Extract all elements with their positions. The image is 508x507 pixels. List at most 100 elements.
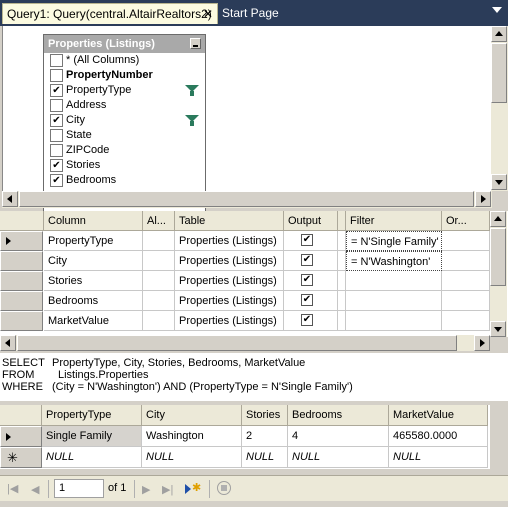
output-checkbox[interactable]: ✔	[301, 254, 313, 266]
column-checkbox[interactable]	[50, 69, 63, 82]
column-checkbox[interactable]: ✔	[50, 174, 63, 187]
header-column[interactable]: Column	[44, 211, 143, 231]
criteria-cell-column[interactable]: City	[44, 251, 143, 271]
column-checkbox[interactable]	[50, 99, 63, 112]
results-header[interactable]: City	[142, 405, 242, 426]
table-column-item[interactable]: ✔ Stories	[44, 158, 205, 173]
new-row-cell[interactable]: NULL	[288, 447, 389, 468]
diagram-horizontal-scrollbar[interactable]	[2, 191, 492, 208]
column-checkbox[interactable]	[50, 54, 63, 67]
criteria-cell-empty[interactable]	[338, 311, 346, 331]
criteria-row-selector[interactable]	[0, 291, 43, 311]
header-or[interactable]: Or...	[442, 211, 490, 231]
criteria-cell-empty[interactable]	[442, 311, 490, 331]
table-column-item[interactable]: ZIPCode	[44, 143, 205, 158]
new-row-cell[interactable]: NULL	[242, 447, 288, 468]
criteria-cell-output[interactable]: ✔	[284, 311, 338, 331]
new-row-cell[interactable]: NULL	[389, 447, 488, 468]
criteria-cell-filter[interactable]	[346, 271, 442, 291]
scroll-down-button[interactable]	[490, 321, 506, 337]
last-record-icon[interactable]: ▶|	[162, 483, 173, 496]
criteria-cell-empty[interactable]	[143, 251, 175, 271]
criteria-cell-output[interactable]: ✔	[284, 231, 338, 251]
criteria-cell-filter[interactable]	[346, 291, 442, 311]
next-record-icon[interactable]: ▶	[142, 483, 150, 496]
scroll-up-button[interactable]	[491, 26, 507, 42]
results-header[interactable]: Stories	[242, 405, 288, 426]
scroll-thumb[interactable]	[19, 191, 474, 207]
header-table[interactable]: Table	[175, 211, 284, 231]
output-checkbox[interactable]: ✔	[301, 274, 313, 286]
criteria-cell-empty[interactable]	[442, 231, 490, 251]
tab-list-dropdown-icon[interactable]	[492, 7, 502, 13]
column-checkbox[interactable]	[50, 129, 63, 142]
new-record-icon[interactable]: ✱	[184, 481, 206, 497]
criteria-cell-empty[interactable]	[143, 271, 175, 291]
results-grid[interactable]: PropertyType City Stories Bedrooms MarketVal…	[0, 405, 490, 469]
scroll-thumb[interactable]	[490, 228, 506, 286]
table-widget-properties[interactable]: Properties (Listings) * (All Columns) Pro…	[43, 34, 206, 216]
tab-start-page[interactable]: Start Page	[218, 3, 298, 24]
results-header[interactable]: Bedrooms	[288, 405, 389, 426]
scroll-up-button[interactable]	[490, 211, 506, 227]
criteria-cell-empty[interactable]	[338, 271, 346, 291]
criteria-cell-output[interactable]: ✔	[284, 271, 338, 291]
scroll-right-button[interactable]	[475, 191, 491, 207]
criteria-cell-filter[interactable]: = N'Washington'	[346, 251, 442, 271]
criteria-cell-filter[interactable]: = N'Single Family'	[346, 231, 442, 251]
scroll-thumb[interactable]	[491, 43, 507, 103]
result-cell[interactable]: Washington	[142, 426, 242, 447]
criteria-cell-empty[interactable]	[442, 251, 490, 271]
criteria-cell-empty[interactable]	[338, 291, 346, 311]
table-column-item[interactable]: Address	[44, 98, 205, 113]
table-column-item[interactable]: ✔ City	[44, 113, 205, 128]
criteria-cell-empty[interactable]	[143, 231, 175, 251]
output-checkbox[interactable]: ✔	[301, 294, 313, 306]
table-column-item[interactable]: State	[44, 128, 205, 143]
new-row-cell[interactable]: NULL	[42, 447, 142, 468]
column-checkbox[interactable]: ✔	[50, 114, 63, 127]
criteria-row-selector[interactable]	[0, 231, 43, 251]
criteria-cell-empty[interactable]	[338, 251, 346, 271]
criteria-horizontal-scrollbar[interactable]	[0, 335, 490, 351]
result-cell[interactable]: 465580.0000	[389, 426, 488, 447]
results-header[interactable]: PropertyType	[42, 405, 142, 426]
scroll-right-button[interactable]	[474, 335, 490, 351]
criteria-cell-column[interactable]: Stories	[44, 271, 143, 291]
column-checkbox[interactable]	[50, 144, 63, 157]
criteria-cell-empty[interactable]	[338, 231, 346, 251]
table-column-item[interactable]: ✔ Bedrooms	[44, 173, 205, 188]
result-cell[interactable]: 2	[242, 426, 288, 447]
column-checkbox[interactable]: ✔	[50, 159, 63, 172]
table-column-item[interactable]: * (All Columns)	[44, 53, 205, 68]
criteria-cell-column[interactable]: Bedrooms	[44, 291, 143, 311]
sql-pane[interactable]: SELECT PropertyType, City, Stories, Bedro…	[0, 353, 508, 401]
stop-icon[interactable]	[217, 481, 231, 495]
criteria-cell-table[interactable]: Properties (Listings)	[175, 311, 284, 331]
header-output[interactable]: Output	[284, 211, 338, 231]
criteria-cell-table[interactable]: Properties (Listings)	[175, 231, 284, 251]
scroll-down-button[interactable]	[491, 174, 507, 190]
diagram-vertical-scrollbar[interactable]	[491, 26, 508, 191]
result-cell[interactable]: 4	[288, 426, 389, 447]
first-record-icon[interactable]: |◀	[7, 482, 18, 495]
scroll-left-button[interactable]	[2, 191, 18, 207]
criteria-cell-table[interactable]: Properties (Listings)	[175, 291, 284, 311]
close-icon[interactable]: ✕	[203, 4, 213, 24]
criteria-cell-empty[interactable]	[143, 311, 175, 331]
header-alias[interactable]: Al...	[143, 211, 175, 231]
criteria-cell-table[interactable]: Properties (Listings)	[175, 271, 284, 291]
criteria-cell-column[interactable]: PropertyType	[44, 231, 143, 251]
table-column-item[interactable]: ✔ PropertyType	[44, 83, 205, 98]
result-cell[interactable]: Single Family	[42, 426, 142, 447]
new-row-selector[interactable]: ✳	[0, 447, 42, 468]
table-widget-title[interactable]: Properties (Listings)	[44, 35, 205, 53]
record-number-input[interactable]: 1	[54, 479, 104, 498]
criteria-cell-column[interactable]: MarketValue	[44, 311, 143, 331]
table-column-item[interactable]: PropertyNumber	[44, 68, 205, 83]
minimize-icon[interactable]	[190, 38, 201, 49]
scroll-thumb[interactable]	[17, 335, 457, 351]
criteria-cell-table[interactable]: Properties (Listings)	[175, 251, 284, 271]
criteria-cell-output[interactable]: ✔	[284, 251, 338, 271]
criteria-cell-empty[interactable]	[143, 291, 175, 311]
